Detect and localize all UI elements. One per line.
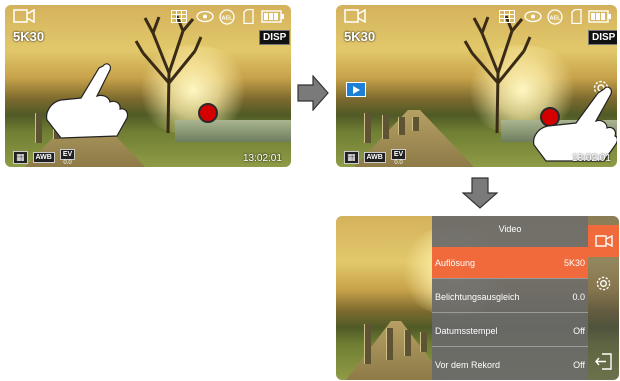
path [346,321,446,380]
fence-post [412,117,419,131]
settings-menu-panel: Video Auflösung 5K30 Belichtungsausgleic… [432,216,588,380]
menu-item-label: Vor dem Rekord [435,360,501,370]
eye-icon [196,10,214,23]
menu-item-value: Off [573,360,585,370]
resolution-label: 5K30 [13,29,45,44]
ev-icon: EV [390,149,407,160]
sd-card-icon [571,9,582,24]
disp-button[interactable]: DISP [588,30,617,45]
metering-icon: ▦ [344,151,359,164]
arrow-down-icon [462,177,498,209]
video-camera-icon[interactable] [13,9,35,23]
fence-post [386,328,393,360]
menu-item-label: Auflösung [435,257,476,268]
tab-video[interactable] [588,225,619,257]
menu-item-pre-record[interactable]: Vor dem Rekord Off [432,349,588,380]
settings-screen: Video Auflösung 5K30 Belichtungsausgleic… [336,216,619,380]
ev-icon: EV [59,149,76,160]
fence-post [364,324,371,364]
record-button[interactable] [198,103,218,123]
camera-screen-1: AEL 5K30 DISP ▦ AWB EV 0.0 13:02:01 [5,5,291,167]
ael-icon: AEL [219,9,235,25]
fence-post [364,113,371,143]
awb-icon: AWB [32,152,55,163]
menu-item-resolution[interactable]: Auflösung 5K30 [432,247,588,279]
tree [463,15,532,133]
ael-icon: AEL [547,9,563,25]
disp-button[interactable]: DISP [259,30,291,45]
exit-icon[interactable] [595,353,612,370]
clock: 13:02:01 [243,153,282,164]
ev-value: 0.0 [63,160,72,166]
play-button[interactable] [346,82,366,97]
menu-item-exposure[interactable]: Belichtungsausgleich 0.0 [432,281,588,313]
fence-post [404,330,411,356]
menu-item-date-stamp[interactable]: Datumsstempel Off [432,315,588,347]
play-icon [353,85,360,94]
svg-text:AEL: AEL [222,16,234,22]
awb-icon: AWB [363,152,386,163]
svg-text:AEL: AEL [550,16,562,22]
menu-item-value: 5K30 [563,257,585,268]
gear-icon[interactable] [595,275,612,292]
bottom-status-icons: ▦ AWB EV 0.0 [13,149,76,166]
hand-pointer-icon [533,86,617,162]
menu-item-label: Datumsstempel [435,325,498,336]
status-bar: AEL [5,5,291,29]
sd-card-icon [243,9,254,24]
grid-icon [171,10,187,23]
eye-icon [524,10,542,23]
arrow-right-icon [297,75,329,111]
status-bar: AEL [336,5,617,29]
menu-item-value: 0.0 [572,291,585,302]
menu-title: Video [498,224,522,234]
grid-icon [499,10,515,23]
menu-item-value: Off [573,325,585,336]
resolution-label: 5K30 [344,29,376,44]
tree [134,15,203,133]
clock: 13:02:01 [572,153,611,164]
menu-sidebar [588,216,619,380]
fence-post [398,117,405,135]
fence-post [420,332,427,352]
fence-post [35,113,42,143]
video-camera-icon[interactable] [344,9,366,23]
battery-icon [588,10,611,23]
ev-value: 0.0 [394,160,403,166]
hand-pointer-icon [46,63,129,139]
menu-item-label: Belichtungsausgleich [435,291,520,302]
fence-post [382,115,389,139]
metering-icon: ▦ [13,151,28,164]
camera-screen-2: AEL 5K30 DISP ▦ AWB EV 0.0 13:02:01 [336,5,617,167]
video-camera-icon [594,235,613,247]
bottom-status-icons: ▦ AWB EV 0.0 [344,149,407,166]
battery-icon [261,10,284,23]
